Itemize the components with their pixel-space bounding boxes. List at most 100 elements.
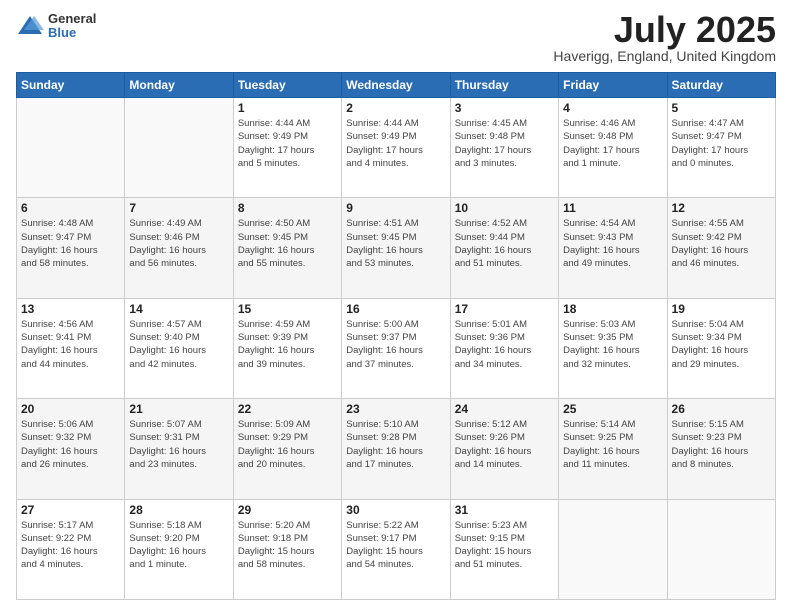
day-info: Sunrise: 5:14 AM Sunset: 9:25 PM Dayligh… [563, 418, 662, 471]
calendar-cell: 29Sunrise: 5:20 AM Sunset: 9:18 PM Dayli… [233, 499, 341, 599]
day-number: 4 [563, 101, 662, 115]
day-info: Sunrise: 5:18 AM Sunset: 9:20 PM Dayligh… [129, 519, 228, 572]
calendar-cell: 30 Sunrise: 5:22 AM Sunset: 9:17 PM Dayli… [342, 499, 450, 599]
calendar-cell: 23 Sunrise: 5:10 AM Sunset: 9:28 PM Dayli… [342, 399, 450, 499]
day-number: 7 [129, 201, 228, 215]
calendar-cell: 17Sunrise: 5:01 AM Sunset: 9:36 PM Dayli… [450, 298, 558, 398]
day-info: Sunrise: 4:52 AM Sunset: 9:44 PM Dayligh… [455, 217, 554, 270]
day-info: Sunrise: 5:20 AM Sunset: 9:18 PM Dayligh… [238, 519, 337, 572]
day-info: Sunrise: 5:15 AM Sunset: 9:23 PM Dayligh… [672, 418, 771, 471]
day-number: 13 [21, 302, 120, 316]
day-info: Sunrise: 4:56 AM Sunset: 9:41 PM Dayligh… [21, 318, 120, 371]
calendar-cell: 19 Sunrise: 5:04 AM Sunset: 9:34 PM Dayli… [667, 298, 775, 398]
calendar-cell: 6 Sunrise: 4:48 AM Sunset: 9:47 PM Daylig… [17, 198, 125, 298]
calendar-cell: 7Sunrise: 4:49 AM Sunset: 9:46 PM Daylig… [125, 198, 233, 298]
day-number: 19 [672, 302, 771, 316]
calendar-cell: 12 Sunrise: 4:55 AM Sunset: 9:42 PM Dayli… [667, 198, 775, 298]
day-number: 5 [672, 101, 771, 115]
day-info: Sunrise: 5:06 AM Sunset: 9:32 PM Dayligh… [21, 418, 120, 471]
day-info: Sunrise: 5:07 AM Sunset: 9:31 PM Dayligh… [129, 418, 228, 471]
day-number: 12 [672, 201, 771, 215]
day-number: 31 [455, 503, 554, 517]
day-info: Sunrise: 4:55 AM Sunset: 9:42 PM Dayligh… [672, 217, 771, 270]
title-location: Haverigg, England, United Kingdom [553, 48, 776, 64]
weekday-header-saturday: Saturday [667, 73, 775, 98]
calendar-cell: 26 Sunrise: 5:15 AM Sunset: 9:23 PM Dayli… [667, 399, 775, 499]
day-number: 23 [346, 402, 445, 416]
calendar-cell: 31 Sunrise: 5:23 AM Sunset: 9:15 PM Dayli… [450, 499, 558, 599]
calendar-cell: 10 Sunrise: 4:52 AM Sunset: 9:44 PM Dayli… [450, 198, 558, 298]
day-info: Sunrise: 5:10 AM Sunset: 9:28 PM Dayligh… [346, 418, 445, 471]
week-row-3: 13 Sunrise: 4:56 AM Sunset: 9:41 PM Dayli… [17, 298, 776, 398]
day-number: 8 [238, 201, 337, 215]
logo-blue: Blue [48, 26, 96, 40]
day-info: Sunrise: 5:00 AM Sunset: 9:37 PM Dayligh… [346, 318, 445, 371]
calendar-cell: 20 Sunrise: 5:06 AM Sunset: 9:32 PM Dayli… [17, 399, 125, 499]
day-info: Sunrise: 5:22 AM Sunset: 9:17 PM Dayligh… [346, 519, 445, 572]
day-info: Sunrise: 4:45 AM Sunset: 9:48 PM Dayligh… [455, 117, 554, 170]
logo-general: General [48, 12, 96, 26]
title-block: July 2025 Haverigg, England, United King… [553, 12, 776, 64]
logo-icon [16, 12, 44, 40]
calendar-cell: 14Sunrise: 4:57 AM Sunset: 9:40 PM Dayli… [125, 298, 233, 398]
calendar-cell: 3 Sunrise: 4:45 AM Sunset: 9:48 PM Daylig… [450, 98, 558, 198]
calendar-cell [125, 98, 233, 198]
week-row-1: 1 Sunrise: 4:44 AM Sunset: 9:49 PM Daylig… [17, 98, 776, 198]
day-number: 18 [563, 302, 662, 316]
day-number: 10 [455, 201, 554, 215]
calendar-cell: 28Sunrise: 5:18 AM Sunset: 9:20 PM Dayli… [125, 499, 233, 599]
day-info: Sunrise: 4:59 AM Sunset: 9:39 PM Dayligh… [238, 318, 337, 371]
day-number: 1 [238, 101, 337, 115]
calendar-cell: 18 Sunrise: 5:03 AM Sunset: 9:35 PM Dayli… [559, 298, 667, 398]
calendar-cell: 16 Sunrise: 5:00 AM Sunset: 9:37 PM Dayli… [342, 298, 450, 398]
day-number: 16 [346, 302, 445, 316]
calendar-cell: 8 Sunrise: 4:50 AM Sunset: 9:45 PM Daylig… [233, 198, 341, 298]
day-info: Sunrise: 5:04 AM Sunset: 9:34 PM Dayligh… [672, 318, 771, 371]
weekday-header-friday: Friday [559, 73, 667, 98]
day-info: Sunrise: 4:47 AM Sunset: 9:47 PM Dayligh… [672, 117, 771, 170]
day-number: 3 [455, 101, 554, 115]
weekday-header-row: SundayMondayTuesdayWednesdayThursdayFrid… [17, 73, 776, 98]
day-info: Sunrise: 5:09 AM Sunset: 9:29 PM Dayligh… [238, 418, 337, 471]
day-number: 25 [563, 402, 662, 416]
calendar-cell: 1 Sunrise: 4:44 AM Sunset: 9:49 PM Daylig… [233, 98, 341, 198]
day-number: 24 [455, 402, 554, 416]
day-number: 20 [21, 402, 120, 416]
week-row-5: 27 Sunrise: 5:17 AM Sunset: 9:22 PM Dayli… [17, 499, 776, 599]
day-info: Sunrise: 5:23 AM Sunset: 9:15 PM Dayligh… [455, 519, 554, 572]
day-number: 27 [21, 503, 120, 517]
day-number: 21 [129, 402, 228, 416]
calendar-cell [559, 499, 667, 599]
page: General Blue July 2025 Haverigg, England… [0, 0, 792, 612]
logo: General Blue [16, 12, 96, 41]
day-info: Sunrise: 4:46 AM Sunset: 9:48 PM Dayligh… [563, 117, 662, 170]
day-info: Sunrise: 4:44 AM Sunset: 9:49 PM Dayligh… [238, 117, 337, 170]
calendar-cell: 27 Sunrise: 5:17 AM Sunset: 9:22 PM Dayli… [17, 499, 125, 599]
weekday-header-wednesday: Wednesday [342, 73, 450, 98]
calendar-cell: 24 Sunrise: 5:12 AM Sunset: 9:26 PM Dayli… [450, 399, 558, 499]
day-number: 30 [346, 503, 445, 517]
day-info: Sunrise: 4:57 AM Sunset: 9:40 PM Dayligh… [129, 318, 228, 371]
header: General Blue July 2025 Haverigg, England… [16, 12, 776, 64]
week-row-2: 6 Sunrise: 4:48 AM Sunset: 9:47 PM Daylig… [17, 198, 776, 298]
day-info: Sunrise: 5:12 AM Sunset: 9:26 PM Dayligh… [455, 418, 554, 471]
week-row-4: 20 Sunrise: 5:06 AM Sunset: 9:32 PM Dayli… [17, 399, 776, 499]
day-info: Sunrise: 5:03 AM Sunset: 9:35 PM Dayligh… [563, 318, 662, 371]
weekday-header-thursday: Thursday [450, 73, 558, 98]
calendar-cell: 11Sunrise: 4:54 AM Sunset: 9:43 PM Dayli… [559, 198, 667, 298]
day-info: Sunrise: 5:17 AM Sunset: 9:22 PM Dayligh… [21, 519, 120, 572]
day-number: 26 [672, 402, 771, 416]
day-number: 6 [21, 201, 120, 215]
calendar-cell: 5 Sunrise: 4:47 AM Sunset: 9:47 PM Daylig… [667, 98, 775, 198]
day-info: Sunrise: 4:50 AM Sunset: 9:45 PM Dayligh… [238, 217, 337, 270]
day-info: Sunrise: 4:48 AM Sunset: 9:47 PM Dayligh… [21, 217, 120, 270]
calendar-cell: 13 Sunrise: 4:56 AM Sunset: 9:41 PM Dayli… [17, 298, 125, 398]
calendar-cell [667, 499, 775, 599]
weekday-header-tuesday: Tuesday [233, 73, 341, 98]
calendar-cell: 9Sunrise: 4:51 AM Sunset: 9:45 PM Daylig… [342, 198, 450, 298]
day-info: Sunrise: 5:01 AM Sunset: 9:36 PM Dayligh… [455, 318, 554, 371]
calendar-cell: 22Sunrise: 5:09 AM Sunset: 9:29 PM Dayli… [233, 399, 341, 499]
calendar-cell: 2Sunrise: 4:44 AM Sunset: 9:49 PM Daylig… [342, 98, 450, 198]
day-number: 2 [346, 101, 445, 115]
calendar-table: SundayMondayTuesdayWednesdayThursdayFrid… [16, 72, 776, 600]
